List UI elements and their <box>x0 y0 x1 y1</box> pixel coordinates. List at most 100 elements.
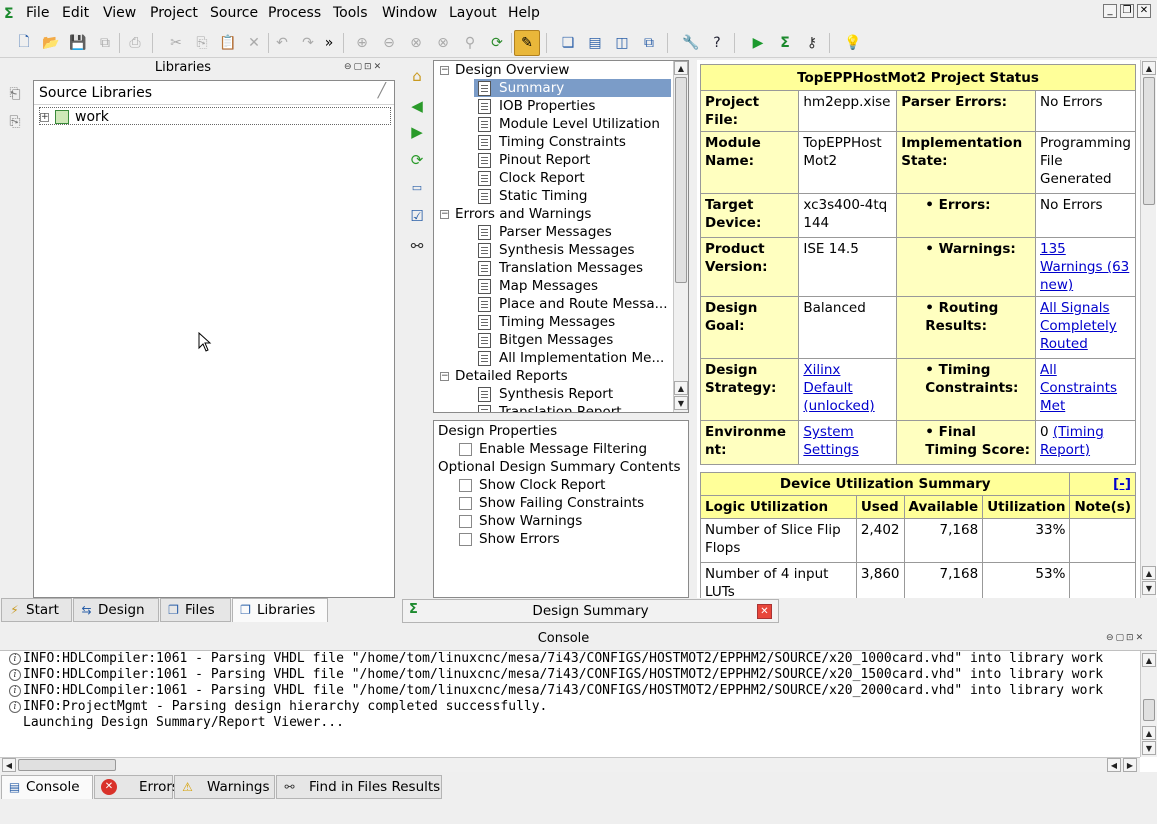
scroll-thumb[interactable] <box>675 77 687 283</box>
menu-project[interactable]: Project <box>150 5 198 21</box>
console-hscroll[interactable]: ◀ ◀ ▶ <box>0 757 1140 772</box>
show-errors-option[interactable]: Show Errors <box>459 530 560 548</box>
html-view-icon[interactable]: ▭ <box>405 176 429 200</box>
more-icon[interactable]: » <box>318 32 340 54</box>
zoom-in-icon[interactable]: ⊕ <box>351 32 373 54</box>
nav-section[interactable]: − Detailed Reports <box>440 367 568 385</box>
nav-item[interactable]: Translation Report <box>474 403 671 412</box>
library-item-work[interactable]: + work <box>39 107 391 125</box>
console-dock-buttons-icon[interactable]: ⊖▢⊡✕ <box>1106 633 1145 643</box>
summary-scrollbar[interactable]: ▲ ▲ ▼ <box>1140 60 1156 598</box>
collapse-icon[interactable]: − <box>440 371 449 381</box>
nav-item[interactable]: Synthesis Messages <box>474 241 671 259</box>
menu-process[interactable]: Process <box>268 5 321 21</box>
scroll-thumb[interactable] <box>1143 699 1155 721</box>
design-strategy-link[interactable]: Xilinx Default (unlocked) <box>803 362 874 414</box>
float-window-icon[interactable]: ⧉ <box>638 32 660 54</box>
checkbox-icon[interactable] <box>459 442 472 456</box>
expand-icon[interactable]: + <box>40 112 49 122</box>
scroll-down-icon[interactable]: ▼ <box>1142 581 1156 595</box>
nav-item[interactable]: IOB Properties <box>474 97 671 115</box>
find-binoculars-icon[interactable]: ⚯ <box>405 234 429 258</box>
timing-report-link[interactable]: (Timing Report) <box>1040 424 1104 458</box>
menu-layout[interactable]: Layout <box>449 5 497 21</box>
menu-source[interactable]: Source <box>210 5 258 21</box>
environment-link[interactable]: System Settings <box>803 424 858 458</box>
scroll-left-icon[interactable]: ◀ <box>2 758 16 772</box>
zoom-select-icon[interactable]: ⚲ <box>459 32 481 54</box>
tab-console[interactable]: ▤ Console <box>1 775 93 799</box>
scroll-thumb[interactable] <box>18 759 116 771</box>
menu-file[interactable]: File <box>26 5 49 21</box>
scroll-down-icon[interactable]: ▼ <box>1142 741 1156 755</box>
tab-files[interactable]: ❐ Files <box>160 598 231 622</box>
show-failing-constraints-option[interactable]: Show Failing Constraints <box>459 494 644 512</box>
scroll-up-icon[interactable]: ▲ <box>674 381 688 395</box>
run-icon[interactable]: ▶ <box>747 32 769 54</box>
scroll-left-icon[interactable]: ◀ <box>1107 758 1121 772</box>
warnings-link[interactable]: 135 Warnings (63 new) <box>1040 241 1129 293</box>
redo-icon[interactable]: ↷ <box>297 32 319 54</box>
scroll-down-icon[interactable]: ▼ <box>674 396 688 410</box>
scroll-up-icon[interactable]: ▲ <box>1142 653 1156 667</box>
save-icon[interactable]: 💾 <box>67 32 89 54</box>
tile-vertical-icon[interactable]: ◫ <box>611 32 633 54</box>
menu-tools[interactable]: Tools <box>333 5 368 21</box>
copy-icon[interactable]: ⎘ <box>191 32 213 54</box>
menu-edit[interactable]: Edit <box>62 5 89 21</box>
cut-icon[interactable]: ✂ <box>165 32 187 54</box>
scroll-right-icon[interactable]: ▶ <box>1123 758 1137 772</box>
nav-item[interactable]: Pinout Report <box>474 151 671 169</box>
restore-icon[interactable]: ❐ <box>1120 4 1134 18</box>
nav-item[interactable]: Synthesis Report <box>474 385 671 403</box>
back-icon[interactable]: ◀ <box>405 94 429 118</box>
scroll-up-icon[interactable]: ▲ <box>674 61 688 75</box>
zoom-out-icon[interactable]: ⊖ <box>378 32 400 54</box>
nav-item[interactable]: Place and Route Messa... <box>474 295 671 313</box>
libraries-add-icon[interactable]: ⎗ <box>4 86 26 108</box>
checkbox-icon[interactable] <box>459 532 472 546</box>
show-clock-report-option[interactable]: Show Clock Report <box>459 476 605 494</box>
tab-errors[interactable]: ✕ Errors <box>94 775 179 799</box>
collapse-icon[interactable]: − <box>440 209 449 219</box>
delete-icon[interactable]: ✕ <box>243 32 265 54</box>
nav-item[interactable]: Summary <box>474 79 671 97</box>
refresh-report-icon[interactable]: ⟳ <box>405 148 429 172</box>
checklist-icon[interactable]: ☑ <box>405 204 429 228</box>
checkbox-icon[interactable] <box>459 496 472 510</box>
lightbulb-icon[interactable]: 💡 <box>842 32 864 54</box>
tab-find-in-files[interactable]: ⚯ Find in Files Results <box>276 775 442 799</box>
scroll-up-icon[interactable]: ▲ <box>1142 61 1156 75</box>
refresh-icon[interactable]: ⟳ <box>486 32 508 54</box>
nav-item[interactable]: Timing Messages <box>474 313 671 331</box>
timing-constraints-link[interactable]: All Constraints Met <box>1040 362 1117 414</box>
tab-design[interactable]: ⇆ Design <box>73 598 159 622</box>
nav-section[interactable]: − Errors and Warnings <box>440 205 591 223</box>
help-pointer-icon[interactable]: ? <box>706 32 728 54</box>
nav-section[interactable]: − Design Overview <box>440 61 569 79</box>
tab-warnings[interactable]: ⚠ Warnings <box>174 775 275 799</box>
wrench-icon[interactable]: 🔧 <box>680 32 702 54</box>
zoom-area-icon[interactable]: ⊗ <box>432 32 454 54</box>
nav-item[interactable]: Module Level Utilization <box>474 115 671 133</box>
nav-item[interactable]: Clock Report <box>474 169 671 187</box>
zoom-fit-icon[interactable]: ⊗ <box>405 32 427 54</box>
sigma-icon[interactable]: Σ <box>774 32 796 54</box>
close-icon[interactable]: ✕ <box>1137 4 1151 18</box>
menu-view[interactable]: View <box>103 5 136 21</box>
show-warnings-option[interactable]: Show Warnings <box>459 512 582 530</box>
print-icon[interactable]: ⎙ <box>124 32 146 54</box>
routing-results-link[interactable]: All Signals Completely Routed <box>1040 300 1117 352</box>
nav-item[interactable]: Timing Constraints <box>474 133 671 151</box>
scroll-up-icon[interactable]: ▲ <box>1142 566 1156 580</box>
libraries-properties-icon[interactable]: ⎘ <box>4 114 26 136</box>
libraries-dock-buttons-icon[interactable]: ⊖▢⊡✕ <box>344 62 383 72</box>
menu-help[interactable]: Help <box>508 5 540 21</box>
navigator-scrollbar[interactable]: ▲ ▲ ▼ <box>673 61 688 412</box>
nav-item[interactable]: Static Timing <box>474 187 671 205</box>
nav-item[interactable]: Parser Messages <box>474 223 671 241</box>
telescope-icon[interactable]: ⚷ <box>801 32 823 54</box>
undo-icon[interactable]: ↶ <box>271 32 293 54</box>
nav-item[interactable]: All Implementation Me... <box>474 349 671 367</box>
tab-libraries[interactable]: ❐ Libraries <box>232 598 328 622</box>
